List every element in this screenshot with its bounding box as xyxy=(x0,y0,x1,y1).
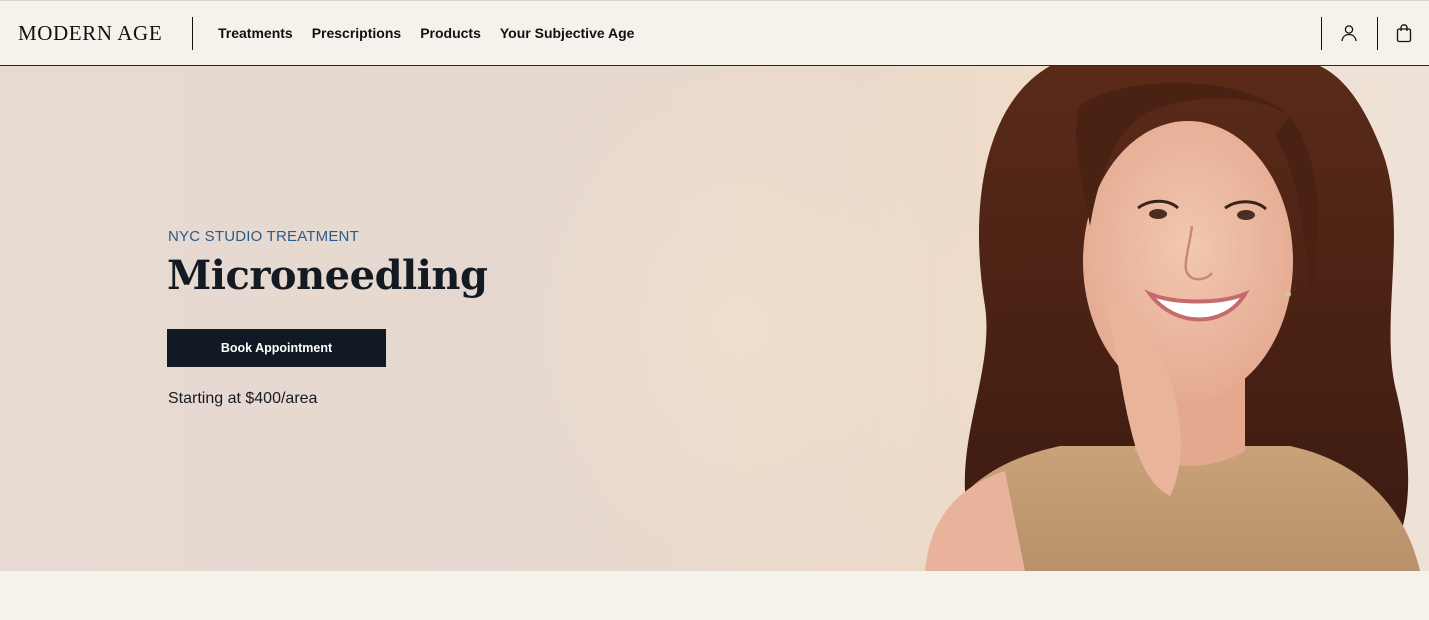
site-header: MODERN AGE Treatments Prescriptions Prod… xyxy=(0,0,1429,66)
nav-item-subjective-age[interactable]: Your Subjective Age xyxy=(500,25,635,41)
price-text: Starting at $400/area xyxy=(168,390,318,407)
nav-item-prescriptions[interactable]: Prescriptions xyxy=(312,25,401,41)
shopping-bag-icon[interactable] xyxy=(1394,23,1414,43)
hero-eyebrow: NYC STUDIO TREATMENT xyxy=(168,228,359,245)
site-logo[interactable]: MODERN AGE xyxy=(18,21,162,46)
cart-divider xyxy=(1377,17,1378,50)
account-divider xyxy=(1321,17,1322,50)
hero-portrait-image xyxy=(925,66,1420,571)
nav-item-treatments[interactable]: Treatments xyxy=(218,25,293,41)
logo-divider xyxy=(192,17,193,50)
hero-title: Microneedling xyxy=(167,252,488,299)
user-icon[interactable] xyxy=(1339,23,1359,43)
main-nav: Treatments Prescriptions Products Your S… xyxy=(218,25,653,41)
hero-section: NYC STUDIO TREATMENT Microneedling Book … xyxy=(0,66,1429,571)
nav-item-products[interactable]: Products xyxy=(420,25,481,41)
book-appointment-button[interactable]: Book Appointment xyxy=(167,329,386,367)
